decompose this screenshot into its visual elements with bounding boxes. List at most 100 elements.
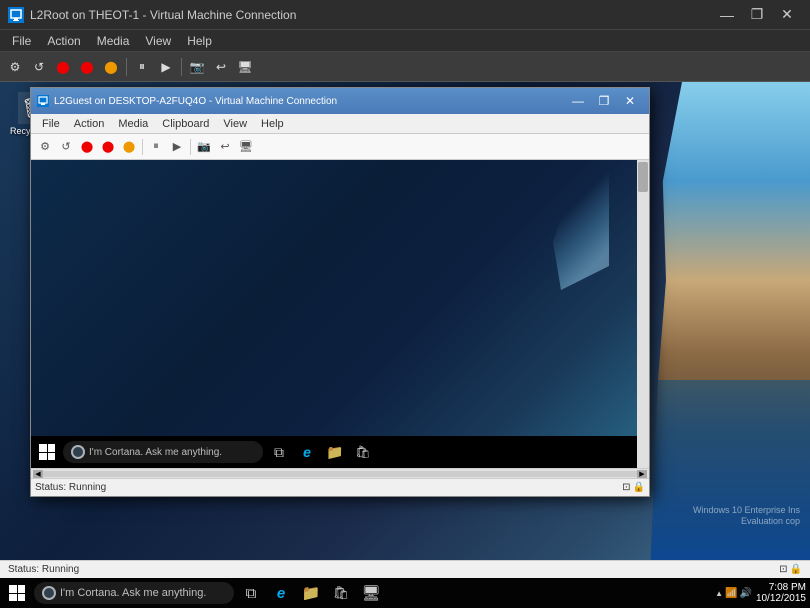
inner-restore-button[interactable]: ❐: [591, 89, 617, 113]
inner-status-icon-2: 🔒: [633, 482, 645, 493]
inner-status-icon-1: ⊡: [622, 482, 630, 493]
outer-folder-icon[interactable]: 📁: [298, 580, 324, 606]
inner-tb-snapshot[interactable]: 📷: [194, 137, 214, 157]
desktop-wallpaper-rock: [650, 82, 810, 578]
outer-vm-taskbar-btn[interactable]: 🖥: [358, 580, 384, 606]
inner-close-button[interactable]: ✕: [617, 89, 643, 113]
tb-stop-btn[interactable]: ⬤: [52, 56, 74, 78]
outer-menubar: File Action Media View Help: [0, 30, 810, 52]
win-logo-bl: [39, 453, 47, 461]
inner-tb-reset[interactable]: ⬤: [119, 137, 139, 157]
tb-back-btn[interactable]: ↺: [28, 56, 50, 78]
outer-taskbar-right: ▲ 📶 🔊 7:08 PM 10/12/2015: [715, 582, 806, 604]
outer-start-button[interactable]: [4, 580, 30, 606]
outer-menu-view[interactable]: View: [137, 32, 179, 50]
outer-window-controls: — ❐ ✕: [712, 1, 802, 29]
inner-folder-icon[interactable]: 📁: [323, 440, 347, 464]
outer-minimize-button[interactable]: —: [712, 1, 742, 29]
taskbar-clock[interactable]: 7:08 PM 10/12/2015: [756, 582, 806, 604]
outer-win-logo-bl: [9, 594, 17, 602]
inner-cortana-bar[interactable]: I'm Cortana. Ask me anything.: [63, 441, 263, 463]
inner-tb-pause2[interactable]: ⏸: [146, 137, 166, 157]
outer-edge-icon[interactable]: e: [268, 580, 294, 606]
win-logo-tl: [39, 444, 47, 452]
outer-menu-media[interactable]: Media: [89, 32, 138, 50]
inner-tb-sep1: [142, 139, 143, 155]
inner-horizontal-scrollbar[interactable]: ◀ ▶: [31, 468, 649, 478]
tb-pause2-btn[interactable]: ⏸: [131, 56, 153, 78]
inner-menu-help[interactable]: Help: [254, 117, 291, 131]
inner-start-button[interactable]: [35, 440, 59, 464]
outer-menu-file[interactable]: File: [4, 32, 39, 50]
outer-vm-icon: [8, 7, 24, 23]
inner-minimize-button[interactable]: —: [565, 89, 591, 113]
outer-cortana-text: I'm Cortana. Ask me anything.: [60, 587, 206, 599]
inner-tb-back[interactable]: ↺: [56, 137, 76, 157]
watermark-line1: Windows 10 Enterprise Ins: [693, 505, 800, 517]
inner-tb-revert[interactable]: ↩: [215, 137, 235, 157]
tb-revert-btn[interactable]: ↩: [210, 56, 232, 78]
outer-statusbar: Status: Running ⊡ 🔒: [0, 560, 810, 578]
watermark-line2: Evaluation cop: [693, 516, 800, 528]
tb-play-btn[interactable]: ▶: [155, 56, 177, 78]
outer-restore-button[interactable]: ❐: [742, 1, 772, 29]
inner-vm-icon: [37, 95, 49, 107]
inner-status-text: Status: Running: [35, 482, 106, 493]
inner-edge-icon[interactable]: e: [295, 440, 319, 464]
tb-pause-btn[interactable]: ⬤: [76, 56, 98, 78]
inner-menu-file[interactable]: File: [35, 117, 67, 131]
tray-network[interactable]: 📶: [725, 588, 737, 599]
inner-menu-action[interactable]: Action: [67, 117, 112, 131]
desktop-background[interactable]: 🗑 Recycle Bin Windows 10 Enterprise Ins …: [0, 82, 810, 578]
taskbar-date: 10/12/2015: [756, 593, 806, 604]
inner-tb-enhanced[interactable]: 🖥: [236, 137, 256, 157]
screen-light-effect: [529, 170, 609, 290]
outer-menu-action[interactable]: Action: [39, 32, 88, 50]
tb-snapshot-btn[interactable]: 📷: [186, 56, 208, 78]
inner-menu-media[interactable]: Media: [111, 117, 155, 131]
tray-sound[interactable]: 🔊: [739, 588, 751, 599]
inner-hscroll-left[interactable]: ◀: [33, 470, 43, 478]
outer-taskbar: I'm Cortana. Ask me anything. ⧉ e 📁 🛍 🖥 …: [0, 578, 810, 608]
inner-hscroll-right[interactable]: ▶: [637, 470, 647, 478]
tray-expand[interactable]: ▲: [715, 589, 723, 598]
inner-vertical-scrollbar[interactable]: [637, 160, 649, 468]
taskbar-time: 7:08 PM: [756, 582, 806, 593]
inner-taskbar: I'm Cortana. Ask me anything. ⧉ e 📁 🛍: [31, 436, 637, 468]
outer-status-icon-1: ⊡: [779, 564, 787, 575]
tb-sep-1: [126, 58, 127, 76]
outer-task-view-btn[interactable]: ⧉: [238, 580, 264, 606]
inner-task-view-btn[interactable]: ⧉: [267, 440, 291, 464]
inner-titlebar: L2Guest on DESKTOP-A2FUQ4O - Virtual Mac…: [31, 88, 649, 114]
inner-vm-screen[interactable]: I'm Cortana. Ask me anything. ⧉ e 📁 🛍: [31, 160, 649, 468]
inner-title-text: L2Guest on DESKTOP-A2FUQ4O - Virtual Mac…: [54, 96, 565, 107]
inner-scrollbar-thumb[interactable]: [638, 162, 648, 192]
outer-store-icon[interactable]: 🛍: [328, 580, 354, 606]
outer-title-text: L2Root on THEOT-1 - Virtual Machine Conn…: [30, 8, 712, 22]
inner-tb-pause[interactable]: ⬤: [98, 137, 118, 157]
tb-settings-btn[interactable]: ⚙: [4, 56, 26, 78]
outer-windows-logo: [9, 585, 25, 601]
outer-taskbar-icons: ⧉ e 📁 🛍 🖥: [238, 580, 384, 606]
inner-tb-stop[interactable]: ⬤: [77, 137, 97, 157]
inner-taskbar-icons: ⧉ e 📁 🛍: [267, 440, 375, 464]
outer-titlebar: L2Root on THEOT-1 - Virtual Machine Conn…: [0, 0, 810, 30]
tb-sep-2: [181, 58, 182, 76]
inner-tb-settings[interactable]: ⚙: [35, 137, 55, 157]
inner-tb-play[interactable]: ▶: [167, 137, 187, 157]
tb-enhanced-btn[interactable]: 🖥: [234, 56, 256, 78]
inner-statusbar: Status: Running ⊡ 🔒: [31, 478, 649, 496]
win-logo-br: [48, 453, 56, 461]
inner-menu-view[interactable]: View: [216, 117, 254, 131]
inner-status-icons: ⊡ 🔒: [622, 482, 645, 493]
outer-menu-help[interactable]: Help: [179, 32, 220, 50]
inner-windows-logo: [39, 444, 55, 460]
outer-close-button[interactable]: ✕: [772, 1, 802, 29]
tb-reset-btn[interactable]: ⬤: [100, 56, 122, 78]
outer-status-icon-2: 🔒: [790, 564, 802, 575]
inner-store-icon[interactable]: 🛍: [351, 440, 375, 464]
inner-menu-clipboard[interactable]: Clipboard: [155, 117, 216, 131]
system-tray: ▲ 📶 🔊: [715, 588, 752, 599]
outer-cortana-bar[interactable]: I'm Cortana. Ask me anything.: [34, 582, 234, 604]
inner-cortana-icon: [71, 445, 85, 459]
